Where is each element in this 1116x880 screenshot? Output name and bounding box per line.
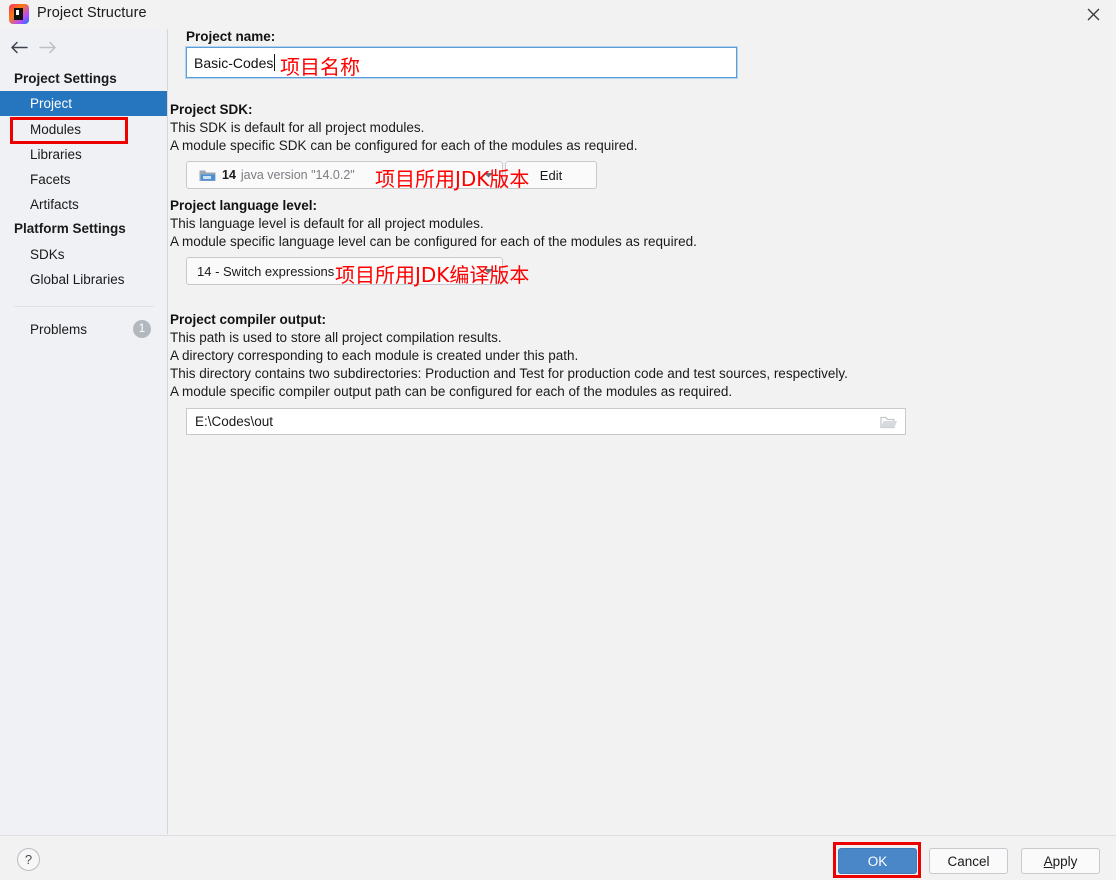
compiler-output-desc-3: This directory contains two subdirectori…: [170, 366, 848, 381]
sidebar-item-project[interactable]: Project: [0, 91, 167, 116]
project-sdk-label: Project SDK:: [170, 102, 253, 117]
problems-count-badge: 1: [133, 320, 151, 338]
compiler-output-desc-2: A directory corresponding to each module…: [170, 348, 579, 363]
project-sdk-desc-1: This SDK is default for all project modu…: [170, 120, 425, 135]
sidebar-item-modules[interactable]: Modules: [0, 117, 167, 142]
compiler-output-label: Project compiler output:: [170, 312, 327, 327]
cancel-button[interactable]: Cancel: [929, 848, 1008, 874]
sidebar-item-label: Artifacts: [30, 197, 79, 212]
settings-sidebar: Project Settings Project Modules Librari…: [0, 29, 168, 834]
sidebar-item-label: Global Libraries: [30, 272, 125, 287]
sidebar-item-label: Modules: [30, 122, 82, 137]
intellij-idea-logo-icon: [9, 4, 29, 24]
title-bar: Project Structure: [0, 0, 1116, 29]
apply-button-label: pply: [1052, 853, 1078, 869]
language-level-label: Project language level:: [170, 198, 318, 213]
compiler-output-value: E:\Codes\out: [195, 414, 274, 429]
sidebar-item-problems[interactable]: Problems 1: [0, 317, 167, 342]
sidebar-divider: [14, 306, 154, 307]
arrow-right-icon: [38, 41, 56, 53]
help-button[interactable]: ?: [17, 848, 40, 871]
project-name-input[interactable]: Basic-Codes: [185, 46, 738, 79]
sidebar-item-libraries[interactable]: Libraries: [0, 142, 167, 167]
ok-button[interactable]: OK: [838, 848, 917, 874]
compiler-output-desc-1: This path is used to store all project c…: [170, 330, 502, 345]
language-level-desc-1: This language level is default for all p…: [170, 216, 484, 231]
sidebar-item-label: Libraries: [30, 147, 82, 162]
ok-button-label: OK: [867, 853, 888, 869]
sidebar-item-facets[interactable]: Facets: [0, 167, 167, 192]
chevron-down-icon: [483, 166, 494, 184]
sdk-edit-label: Edit: [539, 167, 563, 183]
sidebar-item-artifacts[interactable]: Artifacts: [0, 192, 167, 217]
sidebar-item-label: Facets: [30, 172, 71, 187]
project-sdk-description: java version "14.0.2": [240, 168, 355, 182]
close-button[interactable]: [1070, 0, 1116, 29]
sdk-edit-button[interactable]: Edit: [505, 161, 597, 189]
sidebar-item-label: Problems: [30, 322, 88, 337]
forward-button[interactable]: [35, 36, 59, 58]
help-icon: ?: [24, 852, 33, 867]
sidebar-item-label: SDKs: [30, 247, 65, 262]
project-settings-panel: Project name: Basic-Codes 项目名称 Project S…: [169, 29, 1116, 834]
compiler-output-input[interactable]: E:\Codes\out: [186, 408, 906, 435]
language-level-desc-2: A module specific language level can be …: [170, 234, 697, 249]
dialog-footer: ? OK Cancel Apply: [0, 835, 1116, 880]
language-level-value: 14 - Switch expressions: [197, 263, 335, 279]
folder-browse-icon[interactable]: [880, 414, 898, 429]
sidebar-item-label: Project: [30, 96, 73, 111]
cancel-button-label: Cancel: [947, 853, 990, 869]
chevron-down-icon: [483, 262, 494, 280]
sidebar-group-platform-settings: Platform Settings: [14, 221, 126, 236]
close-icon: [1087, 8, 1099, 21]
window-title: Project Structure: [37, 5, 147, 21]
navigation-arrows: [0, 34, 168, 62]
sidebar-item-global-libraries[interactable]: Global Libraries: [0, 267, 167, 292]
jdk-folder-icon: [199, 168, 216, 182]
project-name-label: Project name:: [186, 29, 276, 44]
back-button[interactable]: [7, 36, 31, 58]
apply-button[interactable]: Apply: [1021, 848, 1100, 874]
text-caret: [274, 54, 276, 71]
apply-button-mnemonic: A: [1043, 853, 1053, 869]
project-sdk-combobox[interactable]: 14 java version "14.0.2": [186, 161, 503, 189]
sidebar-item-sdks[interactable]: SDKs: [0, 242, 167, 267]
project-name-value: Basic-Codes: [194, 54, 274, 71]
arrow-left-icon: [10, 41, 28, 53]
project-sdk-desc-2: A module specific SDK can be configured …: [170, 138, 638, 153]
compiler-output-desc-4: A module specific compiler output path c…: [170, 384, 733, 399]
language-level-combobox[interactable]: 14 - Switch expressions: [186, 257, 503, 285]
sidebar-group-project-settings: Project Settings: [14, 71, 117, 86]
project-structure-dialog: Project Structure Project Settings Proje…: [0, 0, 1116, 880]
project-sdk-version: 14: [222, 168, 236, 182]
